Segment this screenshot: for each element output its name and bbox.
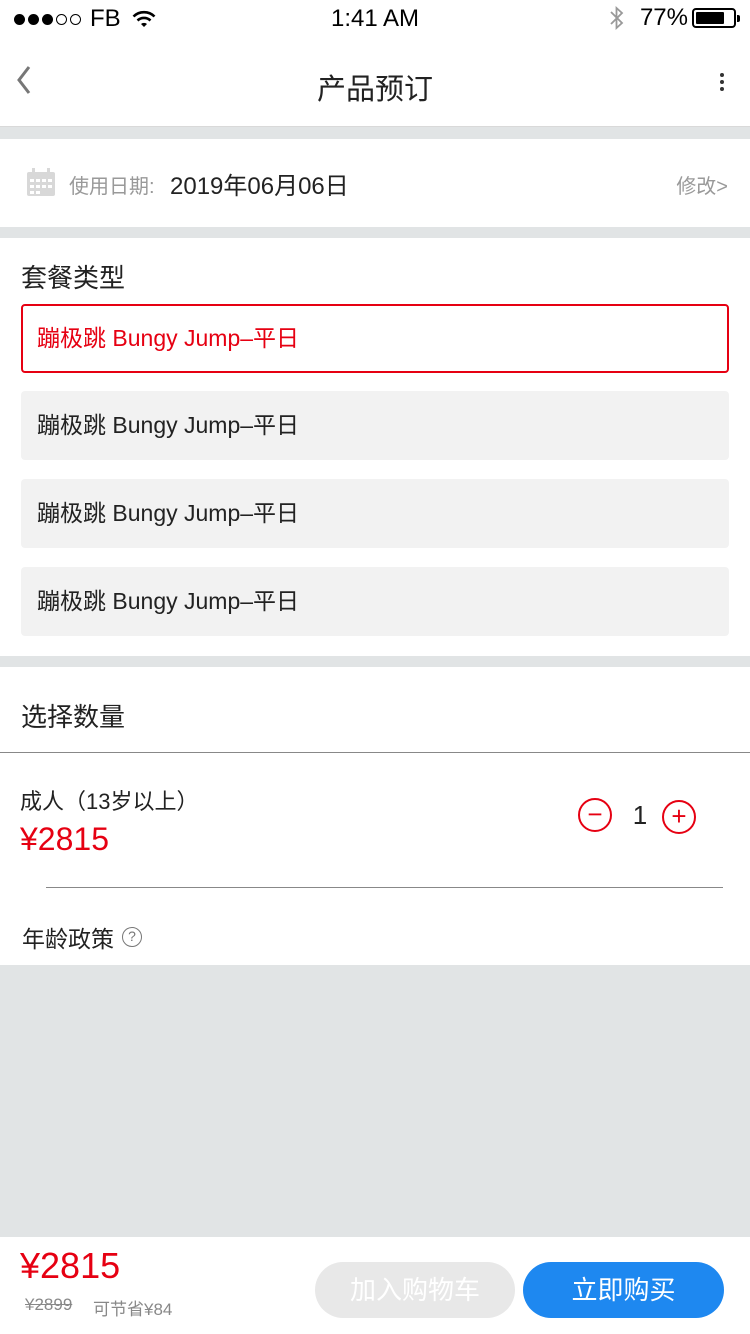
package-section-title: 套餐类型 <box>21 263 126 293</box>
decrease-button[interactable]: − <box>578 798 612 832</box>
battery-fill <box>696 12 724 24</box>
calendar-icon <box>27 168 55 196</box>
bluetooth-icon <box>610 5 624 31</box>
add-to-cart-button[interactable]: 加入购物车 <box>315 1262 515 1318</box>
page-title: 产品预订 <box>316 74 433 106</box>
package-option[interactable]: 蹦极跳 Bungy Jump–平日 <box>21 391 729 460</box>
adult-label: 成人（13岁以上） <box>20 789 199 814</box>
status-bar: FB 1:41 AM 77% <box>0 0 750 40</box>
nav-bar: 产品预订 <box>0 40 750 127</box>
buy-now-button[interactable]: 立即购买 <box>523 1262 724 1318</box>
divider <box>0 752 750 753</box>
more-dot-icon <box>720 73 724 77</box>
package-option[interactable]: 蹦极跳 Bungy Jump–平日 <box>21 479 729 548</box>
more-dot-icon <box>720 87 724 91</box>
package-section: 套餐类型 蹦极跳 Bungy Jump–平日 蹦极跳 Bungy Jump–平日… <box>0 238 750 656</box>
battery-icon <box>692 8 740 28</box>
quantity-section: 选择数量 成人（13岁以上） ¥2815 − 1 + 年龄政策 ? <box>0 667 750 965</box>
total-price: ¥2815 <box>20 1245 121 1286</box>
divider <box>46 887 723 888</box>
battery-area: 77% <box>608 4 740 32</box>
increase-button[interactable]: + <box>662 800 696 834</box>
package-option[interactable]: 蹦极跳 Bungy Jump–平日 <box>21 567 729 636</box>
quantity-value: 1 <box>632 800 648 830</box>
date-label: 使用日期: <box>69 176 155 198</box>
booking-page: FB 1:41 AM 77% 产品预订 使用日期: 2019年06月06日 修改… <box>0 0 750 1334</box>
more-menu-button[interactable] <box>714 70 730 100</box>
help-icon[interactable]: ? <box>122 927 142 947</box>
adult-price: ¥2815 <box>20 821 109 857</box>
checkout-bar: ¥2815 ¥2899 可节省¥84 加入购物车 立即购买 <box>0 1237 750 1334</box>
package-option-selected[interactable]: 蹦极跳 Bungy Jump–平日 <box>21 304 729 373</box>
original-price: ¥2899 <box>25 1295 73 1314</box>
battery-percent: 77% <box>639 4 688 31</box>
savings-text: 可节省¥84 <box>93 1300 173 1319</box>
more-dot-icon <box>720 80 724 84</box>
age-policy-label: 年龄政策 <box>22 926 114 952</box>
modify-date-link[interactable]: 修改> <box>676 170 728 199</box>
date-value: 2019年06月06日 <box>170 173 349 200</box>
age-policy[interactable]: 年龄政策 ? <box>22 920 142 954</box>
date-row[interactable]: 使用日期: 2019年06月06日 修改> <box>0 139 750 227</box>
quantity-section-title: 选择数量 <box>21 702 126 732</box>
